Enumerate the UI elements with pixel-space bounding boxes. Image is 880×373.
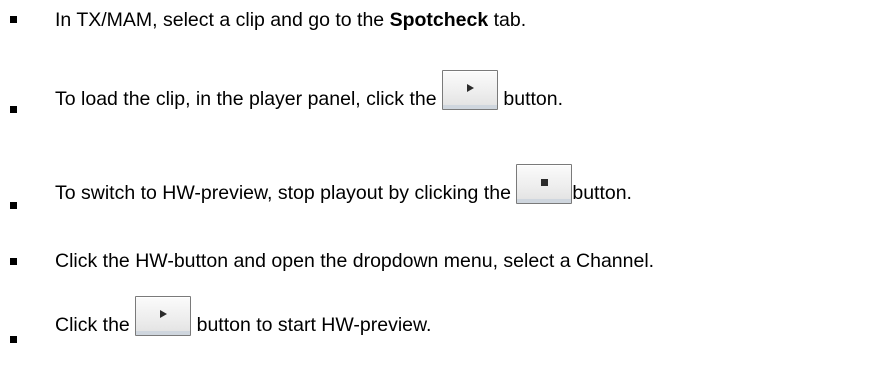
step-text: To switch to HW-preview, stop playout by… [55,164,632,204]
list-item: In TX/MAM, select a clip and go to the S… [0,0,880,56]
play-icon [160,310,168,318]
step-text: Click the HW-button and open the dropdow… [55,250,655,272]
step-text-after: button. [572,182,632,204]
step-text-after: button to start HW-preview. [191,314,432,336]
play-icon [466,84,474,92]
step-text: Click the button to start HW-preview. [55,296,431,336]
bullet-icon [10,16,17,23]
play-button-image [441,70,498,110]
stop-icon [541,179,549,186]
step-text-after: button. [497,88,564,110]
bullet-icon [10,336,17,343]
list-item: Click the button to start HW-preview. [0,296,880,352]
step-text-before: In TX/MAM, select a clip and go to the [55,9,390,31]
step-text-before: Click the [55,314,136,336]
step-text: In TX/MAM, select a clip and go to the S… [55,9,526,31]
spotcheck-tab-name: Spotcheck [389,9,489,31]
bullet-icon [10,106,17,113]
stop-button-image [516,164,573,204]
step-text-after: tab. [488,9,527,31]
step-text-before: To load the clip, in the player panel, c… [55,88,442,110]
list-item: To load the clip, in the player panel, c… [0,70,880,126]
step-text-before: To switch to HW-preview, stop playout by… [55,182,517,204]
bullet-icon [10,258,17,265]
bullet-icon [10,202,17,209]
play-button-image [135,296,192,336]
list-item: To switch to HW-preview, stop playout by… [0,164,880,220]
step-text: To load the clip, in the player panel, c… [55,70,563,110]
